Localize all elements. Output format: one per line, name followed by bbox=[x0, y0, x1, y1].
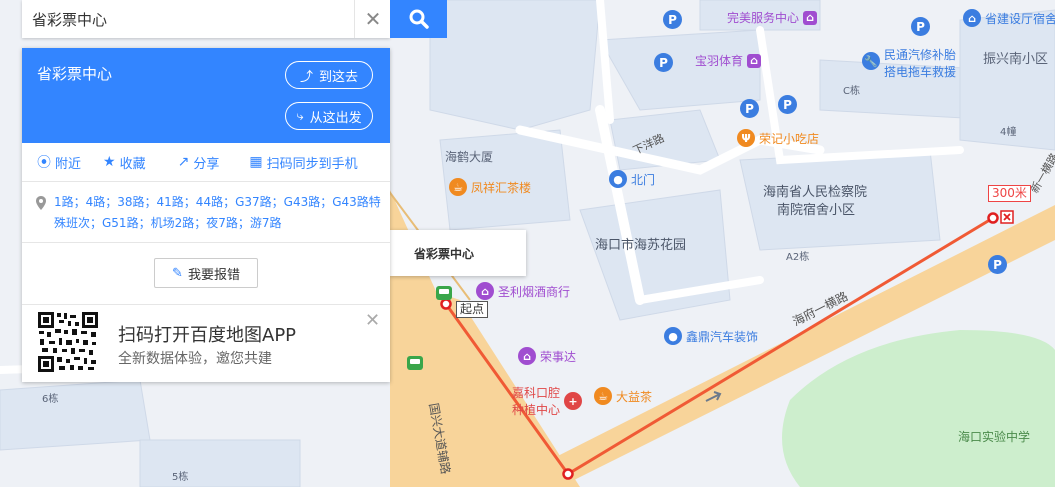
area-label: A2栋 bbox=[786, 252, 810, 263]
route-start-point bbox=[440, 298, 452, 310]
app-promo-title: 扫码打开百度地图APP bbox=[118, 325, 297, 346]
qr-scan-icon: ▦ bbox=[249, 154, 263, 170]
poi-rongji[interactable]: Ψ 荣记小吃店 bbox=[737, 129, 819, 147]
bus-stop-icon[interactable] bbox=[407, 356, 423, 370]
go-here-button[interactable]: ⤴ 到这去 bbox=[285, 61, 373, 89]
area-label: 振兴南小区 bbox=[983, 52, 1049, 67]
start-here-button[interactable]: ⤷ 从这出发 bbox=[285, 102, 373, 130]
send-to-phone-button[interactable]: ▦ 扫码同步到手机 bbox=[249, 153, 357, 172]
shop-icon: ⌂ bbox=[476, 282, 494, 300]
search-input[interactable] bbox=[22, 0, 372, 38]
close-icon: ✕ bbox=[364, 7, 382, 31]
poi-dayicha[interactable]: ☕ 大益茶 bbox=[594, 387, 652, 405]
route-to-icon: ⤴ bbox=[299, 69, 313, 85]
app-promo-subtitle: 全新数据体验，邀您共建 bbox=[118, 351, 272, 367]
divider bbox=[22, 242, 390, 243]
poi-wanmei[interactable]: 完美服务中心 ⌂ bbox=[727, 9, 818, 26]
poi-shengli[interactable]: ⌂ 圣利烟酒商行 bbox=[476, 282, 570, 300]
poi-rongshida[interactable]: ⌂ 荣事达 bbox=[518, 347, 576, 365]
area-label: 海口实验中学 bbox=[958, 430, 1031, 444]
place-title: 省彩票中心 bbox=[37, 65, 113, 83]
parking-icon[interactable]: P bbox=[740, 99, 759, 118]
shop-icon: ⌂ bbox=[518, 347, 536, 365]
start-tag: 起点 bbox=[456, 301, 489, 318]
report-error-button[interactable]: ✎ 我要报错 bbox=[154, 258, 258, 288]
poi-fengxiang[interactable]: ☕ 凤祥汇茶楼 bbox=[449, 178, 531, 196]
star-icon: ★ bbox=[103, 154, 116, 170]
search-button[interactable] bbox=[390, 0, 447, 38]
poi-xinding[interactable]: ● 鑫鼎汽车装饰 bbox=[664, 327, 758, 345]
bus-lines-list[interactable]: 1路；4路；38路；41路；44路；G37路；G43路；G43路特殊班次；G51… bbox=[36, 192, 381, 234]
poi-baoyu[interactable]: 宝羽体育 ⌂ bbox=[695, 52, 762, 69]
clear-search-button[interactable]: ✕ bbox=[354, 0, 391, 38]
area-label: C栋 bbox=[843, 86, 860, 97]
place-card: 省彩票中心 ⤴ 到这去 ⤷ 从这出发 ⦿ 附近 ★ 收藏 ↗ 分享 ▦ 扫码同步到手机 1路… bbox=[22, 48, 390, 382]
search-bar: ✕ bbox=[22, 0, 390, 38]
car-repair-icon: 🔧 bbox=[862, 52, 880, 70]
favorite-button[interactable]: ★ 收藏 bbox=[103, 153, 146, 172]
close-icon: ✕ bbox=[365, 310, 381, 331]
building-icon: ⌂ bbox=[963, 9, 981, 27]
area-label: 6栋 bbox=[42, 394, 59, 405]
area-label: 海口市海苏花园 bbox=[595, 238, 687, 253]
teacup-icon: ☕ bbox=[449, 178, 467, 196]
area-label: 南院宿舍小区 bbox=[777, 203, 856, 218]
poi-jiake[interactable]: 嘉科口腔 种植中心 + bbox=[512, 384, 582, 418]
nearby-button[interactable]: ⦿ 附近 bbox=[37, 152, 81, 172]
place-callout[interactable]: 省彩票中心 bbox=[390, 230, 526, 276]
share-button[interactable]: ↗ 分享 bbox=[178, 153, 220, 172]
car-service-icon: ● bbox=[664, 327, 682, 345]
divider bbox=[22, 304, 390, 305]
poi-beimen[interactable]: ● 北门 bbox=[609, 170, 655, 188]
area-label: 5栋 bbox=[172, 472, 189, 483]
route-from-icon: ⤷ bbox=[296, 108, 304, 124]
teacup-icon: ☕ bbox=[594, 387, 612, 405]
search-icon bbox=[409, 9, 429, 29]
gate-icon: ● bbox=[609, 170, 627, 188]
route-turn-point bbox=[562, 468, 574, 480]
edit-icon: ✎ bbox=[172, 265, 183, 281]
parking-icon[interactable]: P bbox=[654, 53, 673, 72]
area-label: 海南省人民检察院 bbox=[763, 185, 868, 200]
area-label: 海鹤大厦 bbox=[445, 150, 494, 164]
poi-mintong[interactable]: 🔧 民通汽修补胎 搭电拖车救援 bbox=[862, 46, 956, 80]
close-promo-button[interactable]: ✕ bbox=[365, 310, 380, 331]
place-card-header: 省彩票中心 ⤴ 到这去 ⤷ 从这出发 bbox=[22, 48, 390, 143]
food-icon: Ψ bbox=[737, 129, 755, 147]
area-label: 4幢 bbox=[1000, 127, 1017, 138]
qr-code bbox=[37, 311, 99, 373]
bus-stop-icon[interactable] bbox=[436, 286, 452, 300]
route-end-point bbox=[987, 212, 999, 224]
shop-icon: ⌂ bbox=[803, 10, 818, 25]
poi-shengjianshe[interactable]: ⌂ 省建设厅宿舍 bbox=[963, 9, 1055, 27]
parking-icon[interactable]: P bbox=[911, 17, 930, 36]
parking-icon[interactable]: P bbox=[988, 255, 1007, 274]
shop-icon: ⌂ bbox=[747, 53, 762, 68]
parking-icon[interactable]: P bbox=[778, 95, 797, 114]
location-icon: ⦿ bbox=[37, 155, 51, 171]
share-icon: ↗ bbox=[177, 154, 190, 170]
action-bar: ⦿ 附近 ★ 收藏 ↗ 分享 ▦ 扫码同步到手机 bbox=[22, 143, 390, 182]
parking-icon[interactable]: P bbox=[663, 10, 682, 29]
hospital-icon: + bbox=[564, 392, 582, 410]
distance-tag: 300米 bbox=[988, 185, 1031, 202]
